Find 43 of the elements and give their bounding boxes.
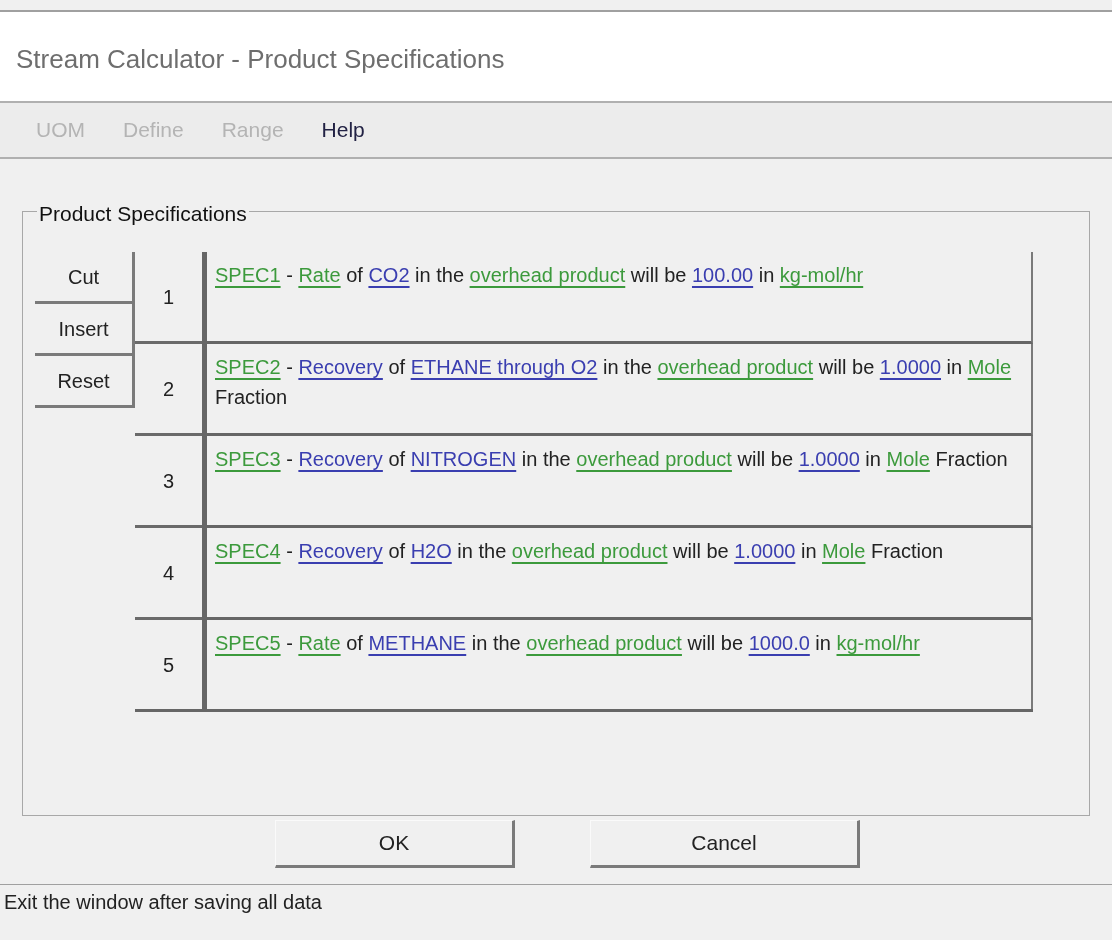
- spec-link[interactable]: overhead product: [469, 264, 626, 286]
- spec-link[interactable]: overhead product: [511, 540, 668, 562]
- spec-link[interactable]: SPEC5: [215, 632, 281, 654]
- spec-link[interactable]: kg-mol/hr: [779, 264, 864, 286]
- spec-link[interactable]: overhead product: [657, 356, 814, 378]
- spec-link[interactable]: SPEC4: [215, 540, 281, 562]
- spec-link[interactable]: 1.0000: [879, 356, 941, 378]
- side-button[interactable]: Insert: [35, 304, 135, 356]
- spec-link[interactable]: SPEC3: [215, 448, 281, 470]
- spec-link[interactable]: kg-mol/hr: [836, 632, 920, 654]
- spec-link[interactable]: METHANE: [368, 632, 467, 654]
- spec-link[interactable]: Recovery: [298, 356, 383, 378]
- spec-link[interactable]: Recovery: [298, 540, 383, 562]
- spec-link[interactable]: Recovery: [298, 448, 383, 470]
- dialog-button[interactable]: OK: [275, 820, 515, 868]
- status-text: Exit the window after saving all data: [4, 891, 322, 913]
- spec-link[interactable]: 1000.0: [748, 632, 810, 654]
- spec-link[interactable]: Rate: [298, 264, 341, 286]
- side-button[interactable]: Cut: [35, 252, 135, 304]
- spec-sentence: SPEC5 - Rate of METHANE in the overhead product will be 1000.0 in kg-mol/hr: [215, 631, 920, 656]
- spec-link[interactable]: 1.0000: [798, 448, 860, 470]
- spec-link[interactable]: Rate: [298, 632, 341, 654]
- spec-sentence: SPEC1 - Rate of CO2 in the overhead product will be 100.00 in kg-mol/hr: [215, 263, 864, 288]
- spec-link[interactable]: Mole: [967, 356, 1012, 378]
- spec-link[interactable]: CO2: [368, 264, 410, 286]
- dialog-button[interactable]: Cancel: [590, 820, 860, 868]
- window-title: Stream Calculator - Product Specifications: [16, 44, 505, 74]
- spec-link[interactable]: ETHANE through O2: [410, 356, 598, 378]
- side-button[interactable]: Reset: [35, 356, 135, 408]
- spec-link[interactable]: Mole: [886, 448, 930, 470]
- spec-link[interactable]: SPEC1: [215, 264, 281, 286]
- spec-link[interactable]: SPEC2: [215, 356, 281, 378]
- spec-sentence: SPEC2 - Recovery of ETHANE through O2 in the overhead product will be 1.0000 in Mole Fraction: [215, 355, 1013, 410]
- spec-link[interactable]: 1.0000: [734, 540, 796, 562]
- spec-link[interactable]: Mole: [822, 540, 866, 562]
- spec-link[interactable]: NITROGEN: [410, 448, 517, 470]
- menu-item[interactable]: Help: [321, 114, 365, 146]
- spec-link[interactable]: overhead product: [526, 632, 682, 654]
- spec-link[interactable]: overhead product: [576, 448, 732, 470]
- spec-link[interactable]: H2O: [410, 540, 452, 562]
- spec-link[interactable]: 100.00: [691, 264, 754, 286]
- spec-sentence: SPEC4 - Recovery of H2O in the overhead product will be 1.0000 in Mole Fraction: [215, 539, 944, 564]
- spec-sentence: SPEC3 - Recovery of NITROGEN in the overhead product will be 1.0000 in Mole Fraction: [215, 447, 1008, 472]
